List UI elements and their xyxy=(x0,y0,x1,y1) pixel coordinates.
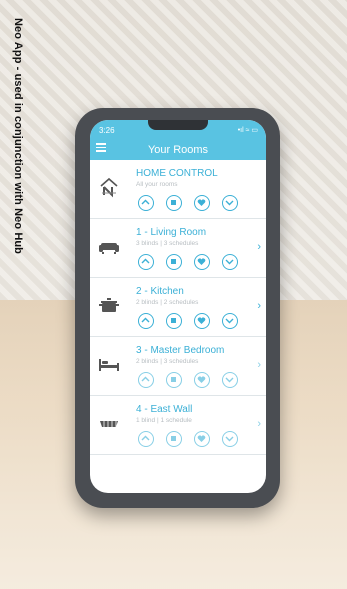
stop-icon xyxy=(171,200,176,205)
stop-button[interactable] xyxy=(166,313,182,329)
chevron-right-icon[interactable]: › xyxy=(257,241,261,253)
up-icon xyxy=(141,258,150,264)
stop-button[interactable] xyxy=(166,431,182,447)
sofa-icon xyxy=(99,243,119,254)
up-icon xyxy=(141,199,150,205)
app-screen: 3:26 •ıl ≈ ▭ Your Rooms HOME CONTROL All… xyxy=(90,120,266,493)
chevron-right-icon[interactable]: › xyxy=(257,300,261,312)
up-button[interactable] xyxy=(138,372,154,388)
cooking-pot-icon xyxy=(99,298,119,312)
status-time: 3:26 xyxy=(99,126,115,135)
page-title: Your Rooms xyxy=(147,144,209,156)
house-logo-icon xyxy=(100,177,118,198)
chevron-right-icon[interactable]: › xyxy=(257,418,261,430)
stop-icon xyxy=(171,318,176,323)
stop-icon xyxy=(171,436,176,441)
phone-notch xyxy=(148,120,208,130)
down-icon xyxy=(225,259,234,265)
stop-icon xyxy=(171,259,176,264)
blind-shade-icon xyxy=(100,421,118,428)
stop-button[interactable] xyxy=(166,372,182,388)
stop-button[interactable] xyxy=(166,254,182,270)
down-icon xyxy=(225,200,234,206)
favourite-button[interactable] xyxy=(194,195,210,211)
heart-icon xyxy=(197,258,206,265)
stop-icon xyxy=(171,377,176,382)
up-button[interactable] xyxy=(138,195,154,211)
room-row-east-wall[interactable]: 4 - East Wall 1 blind | 1 schedule › xyxy=(90,396,266,455)
heart-icon xyxy=(197,317,206,324)
up-button[interactable] xyxy=(138,254,154,270)
down-icon xyxy=(225,436,234,442)
room-name: 1 - Living Room xyxy=(136,227,207,238)
down-button[interactable] xyxy=(222,195,238,211)
up-icon xyxy=(141,376,150,382)
down-button[interactable] xyxy=(222,254,238,270)
room-subtitle: 2 blinds | 2 schedules xyxy=(136,299,199,306)
heart-icon xyxy=(197,199,206,206)
room-row-living-room[interactable]: 1 - Living Room 3 blinds | 3 schedules › xyxy=(90,219,266,278)
favourite-button[interactable] xyxy=(194,313,210,329)
app-header: 3:26 •ıl ≈ ▭ Your Rooms xyxy=(90,120,266,160)
chevron-right-icon[interactable]: › xyxy=(257,359,261,371)
side-caption-text: Neo App - used in conjunction with Neo H… xyxy=(12,18,24,254)
room-name: HOME CONTROL xyxy=(136,168,218,179)
down-button[interactable] xyxy=(222,431,238,447)
bed-icon xyxy=(99,359,119,371)
room-subtitle: 1 blind | 1 schedule xyxy=(136,417,192,424)
side-caption: Neo App - used in conjunction with Neo H… xyxy=(10,18,24,278)
down-icon xyxy=(225,377,234,383)
up-button[interactable] xyxy=(138,431,154,447)
room-subtitle: 3 blinds | 3 schedules xyxy=(136,240,199,247)
up-icon xyxy=(141,435,150,441)
heart-icon xyxy=(197,376,206,383)
room-row-kitchen[interactable]: 2 - Kitchen 2 blinds | 2 schedules › xyxy=(90,278,266,337)
room-name: 4 - East Wall xyxy=(136,404,193,415)
down-icon xyxy=(225,318,234,324)
favourite-button[interactable] xyxy=(194,372,210,388)
stop-button[interactable] xyxy=(166,195,182,211)
down-button[interactable] xyxy=(222,313,238,329)
room-subtitle: 2 blinds | 3 schedules xyxy=(136,358,199,365)
room-row-home-control[interactable]: HOME CONTROL All your rooms xyxy=(90,160,266,219)
room-name: 3 - Master Bedroom xyxy=(136,345,225,356)
up-button[interactable] xyxy=(138,313,154,329)
status-icons: •ıl ≈ ▭ xyxy=(237,127,258,134)
favourite-button[interactable] xyxy=(194,431,210,447)
room-row-master-bedroom[interactable]: 3 - Master Bedroom 2 blinds | 3 schedule… xyxy=(90,337,266,396)
favourite-button[interactable] xyxy=(194,254,210,270)
up-icon xyxy=(141,317,150,323)
down-button[interactable] xyxy=(222,372,238,388)
room-subtitle: All your rooms xyxy=(136,181,178,188)
room-name: 2 - Kitchen xyxy=(136,286,184,297)
heart-icon xyxy=(197,435,206,442)
